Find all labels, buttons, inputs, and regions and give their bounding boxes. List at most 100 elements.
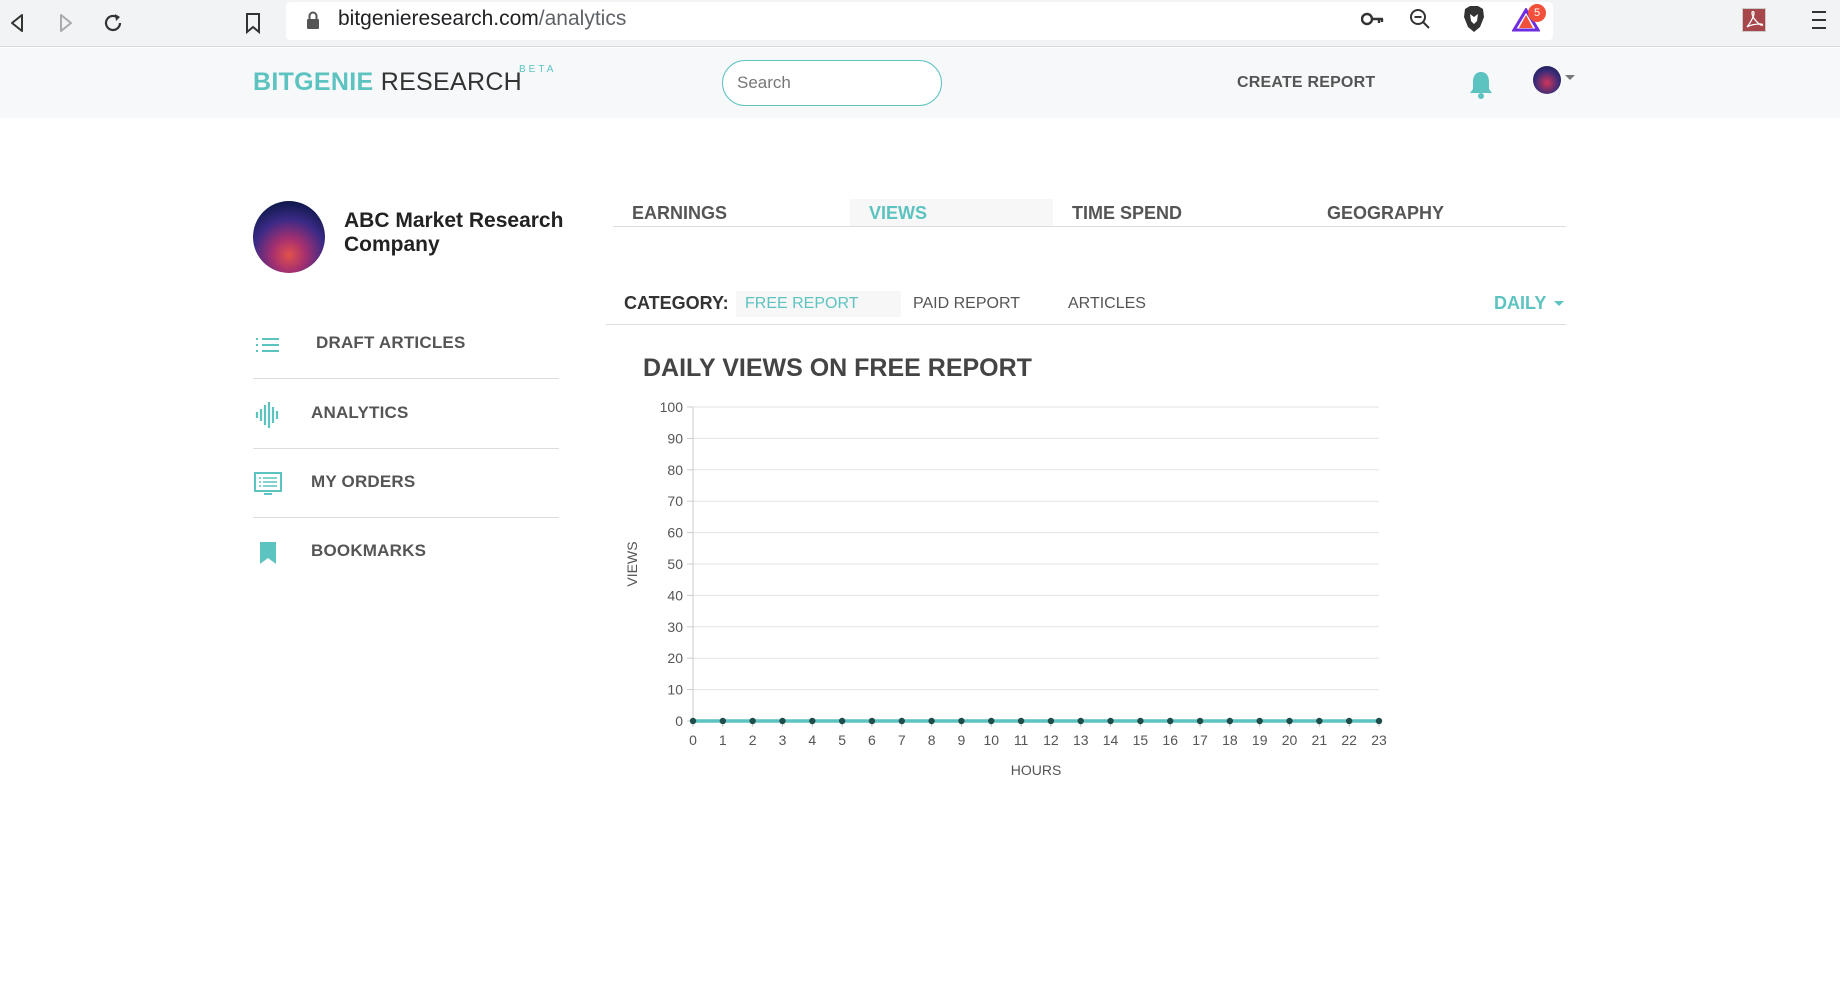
data-point <box>1286 717 1293 725</box>
x-tick-label: 7 <box>898 732 906 748</box>
forward-icon[interactable] <box>48 6 82 40</box>
sidebar-item-analytics[interactable]: ANALYTICS <box>253 380 559 449</box>
data-point <box>1017 717 1025 725</box>
site-header: BITGENIE RESEARCH BETA CREATE REPORT <box>0 48 1840 118</box>
tab-earnings[interactable]: EARNINGS <box>613 199 847 226</box>
logo-brand: BITGENIE <box>253 68 374 96</box>
bookmark-page-icon[interactable] <box>236 6 270 40</box>
data-point <box>749 717 756 725</box>
key-icon[interactable] <box>1360 11 1385 32</box>
x-tick-label: 10 <box>983 732 999 748</box>
sidebar-item-bookmarks[interactable]: BOOKMARKS <box>253 518 559 587</box>
views-chart: 01020304050607080901000 1 2 3 4 5 6 7 8 9 10 11 12 13… <box>624 399 1387 778</box>
data-point <box>1047 717 1055 725</box>
period-caret-icon[interactable] <box>1554 301 1564 306</box>
y-axis-label: VIEWS <box>624 541 640 586</box>
x-tick-label: 22 <box>1341 732 1357 748</box>
search-input[interactable] <box>722 60 942 106</box>
orders-icon <box>253 469 283 499</box>
data-point <box>1316 717 1323 725</box>
data-point <box>689 717 697 725</box>
category-articles[interactable]: ARTICLES <box>1059 291 1155 317</box>
data-point <box>809 717 816 725</box>
brave-shield-icon[interactable] <box>1462 5 1486 38</box>
data-point <box>1256 717 1263 725</box>
data-point <box>1345 717 1353 725</box>
x-tick-label: 23 <box>1371 732 1387 748</box>
tab-geography[interactable]: GEOGRAPHY <box>1308 199 1566 226</box>
user-menu-caret-icon[interactable] <box>1565 75 1575 80</box>
category-free-report[interactable]: FREE REPORT <box>736 291 901 317</box>
x-tick-label: 20 <box>1282 732 1298 748</box>
category-paid-report[interactable]: PAID REPORT <box>904 291 1029 317</box>
period-dropdown[interactable]: DAILY <box>1494 293 1546 314</box>
y-tick-label: 90 <box>667 430 683 446</box>
analytics-tabs: EARNINGS VIEWS TIME SPEND GEOGRAPHY <box>613 199 1566 227</box>
sidebar-item-label: MY ORDERS <box>311 472 416 491</box>
category-label: CATEGORY: <box>624 293 729 313</box>
x-tick-label: 17 <box>1192 732 1208 748</box>
y-tick-label: 50 <box>667 556 683 572</box>
x-tick-label: 14 <box>1103 732 1119 748</box>
site-logo[interactable]: BITGENIE RESEARCH <box>253 68 522 97</box>
data-point <box>898 717 905 725</box>
user-avatar[interactable] <box>1533 66 1561 94</box>
data-point <box>779 717 786 725</box>
url-domain: bitgenieresearch.com <box>338 7 539 30</box>
y-tick-label: 30 <box>667 619 683 635</box>
y-tick-label: 20 <box>667 650 683 666</box>
y-tick-label: 0 <box>675 713 683 729</box>
notification-bell-icon[interactable] <box>1468 70 1494 105</box>
data-point <box>1226 717 1234 725</box>
chart-title: DAILY VIEWS ON FREE REPORT <box>643 354 1032 382</box>
y-tick-label: 60 <box>667 525 683 541</box>
url-text[interactable]: bitgenieresearch.com/analytics <box>338 7 626 31</box>
pdf-extension-icon[interactable] <box>1742 8 1766 37</box>
beta-label: BETA <box>519 64 557 75</box>
x-tick-label: 1 <box>719 732 727 748</box>
data-point <box>1196 717 1204 725</box>
data-point <box>1107 717 1114 725</box>
x-tick-label: 13 <box>1073 732 1089 748</box>
lock-icon <box>305 10 321 35</box>
data-point <box>1167 717 1174 725</box>
data-point <box>1375 717 1383 725</box>
tab-time-spend[interactable]: TIME SPEND <box>1053 199 1307 226</box>
x-tick-label: 11 <box>1014 732 1029 748</box>
x-tick-label: 19 <box>1252 732 1268 748</box>
x-tick-label: 4 <box>808 732 816 748</box>
data-point <box>719 717 727 725</box>
x-tick-label: 16 <box>1162 732 1178 748</box>
create-report-link[interactable]: CREATE REPORT <box>1237 74 1375 92</box>
data-point <box>838 717 846 725</box>
x-tick-label: 3 <box>779 732 787 748</box>
x-tick-label: 15 <box>1133 732 1149 748</box>
menu-icon[interactable] <box>1810 9 1828 36</box>
data-point <box>958 717 965 725</box>
data-point <box>988 717 995 725</box>
x-tick-label: 21 <box>1312 732 1328 748</box>
x-tick-label: 8 <box>928 732 936 748</box>
x-tick-label: 9 <box>958 732 966 748</box>
back-icon[interactable] <box>1 6 35 40</box>
data-point <box>868 717 876 725</box>
browser-toolbar: bitgenieresearch.com/analytics 5 <box>0 0 1840 47</box>
url-path: /analytics <box>538 7 627 30</box>
y-tick-label: 10 <box>667 682 683 698</box>
list-icon <box>253 330 283 360</box>
x-tick-label: 6 <box>868 732 876 748</box>
data-point <box>1077 717 1084 725</box>
x-tick-label: 0 <box>689 732 697 748</box>
x-tick-label: 2 <box>749 732 757 748</box>
tab-views[interactable]: VIEWS <box>850 199 1053 226</box>
sidebar-item-draft-articles[interactable]: DRAFT ARTICLES <box>253 310 559 379</box>
y-tick-label: 40 <box>667 587 683 603</box>
category-filter-row: CATEGORY: FREE REPORT PAID REPORT ARTICL… <box>606 287 1566 325</box>
zoom-out-icon[interactable] <box>1409 8 1431 35</box>
sidebar-item-my-orders[interactable]: MY ORDERS <box>253 449 559 518</box>
x-tick-label: 12 <box>1043 732 1059 748</box>
logo-rest: RESEARCH <box>373 68 523 96</box>
sidebar-item-label: DRAFT ARTICLES <box>316 333 466 352</box>
reload-icon[interactable] <box>96 6 130 40</box>
sidebar-item-label: BOOKMARKS <box>311 541 427 560</box>
